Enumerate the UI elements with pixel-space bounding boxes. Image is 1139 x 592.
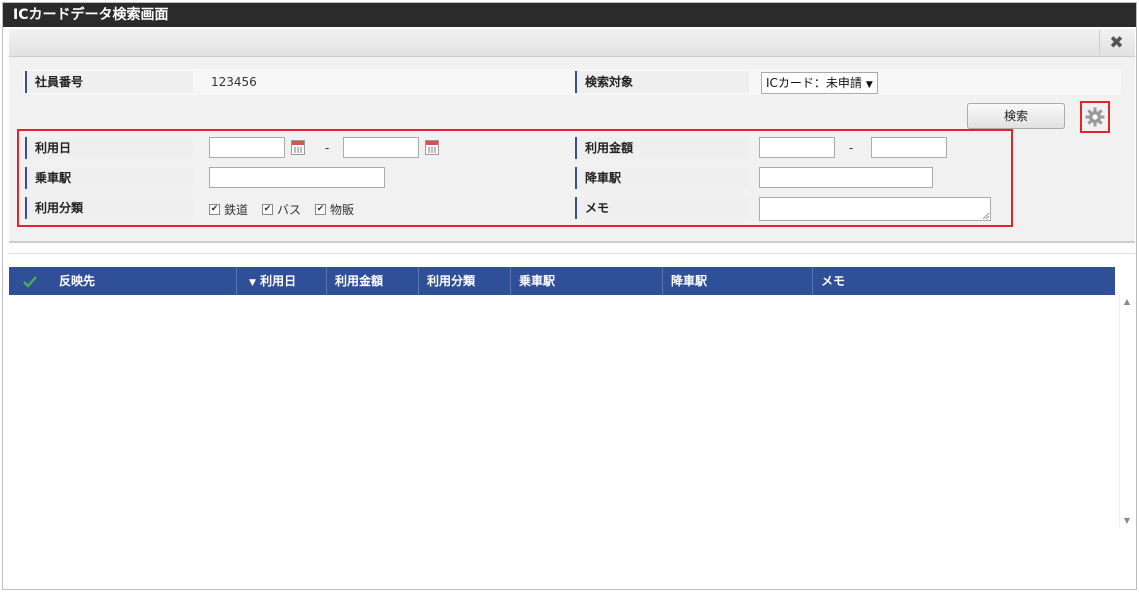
memo-textarea[interactable] [759,197,991,221]
amount-label: 利用金額 [575,137,749,159]
chevron-down-icon: ▼ [865,80,873,90]
toolbar: ✖ [9,29,1135,57]
scroll-down-icon[interactable]: ▼ [1120,516,1134,525]
search-target-label: 検索対象 [575,71,749,93]
search-target-select[interactable]: ICカード：未申請 ▼ [761,72,878,94]
grid-col-use-date-label: 利用日 [260,274,297,288]
close-icon: ✖ [1109,32,1124,53]
board-station-input[interactable] [209,167,385,188]
search-target-value: ICカード：未申請 [766,76,862,90]
amount-from-input[interactable] [759,137,835,158]
category-checkbox-group: ✔ 鉄道 ✔ バス ✔ 物販 [209,201,364,218]
window-title: ICカードデータ検索画面 [3,3,1136,27]
amount-range-separator: - [849,141,854,155]
form-row-employee: 社員番号 123456 検索対象 ICカード：未申請 ▼ [23,69,1121,95]
grid-scrollbar[interactable]: ▲ ▼ [1119,295,1133,527]
sort-desc-icon: ▼ [249,278,256,288]
category-label: 利用分類 [25,197,193,219]
grid-col-use-date[interactable]: ▼ 利用日 [237,267,327,295]
alight-station-label: 降車駅 [575,167,749,189]
check-icon [23,275,37,288]
grid-col-amount[interactable]: 利用金額 [327,267,419,295]
category-checkbox-goods[interactable]: ✔ [315,204,327,215]
alight-station-input[interactable] [759,167,933,188]
search-button[interactable]: 検索 [967,103,1065,129]
category-label-rail: 鉄道 [224,203,249,217]
gear-icon [1085,107,1105,127]
board-station-label: 乗車駅 [25,167,193,189]
grid-col-board-station[interactable]: 乗車駅 [511,267,663,295]
amount-to-input[interactable] [871,137,947,158]
category-checkbox-bus[interactable]: ✔ [262,204,274,215]
grid-col-target[interactable]: 反映先 [51,267,237,295]
grid-col-memo[interactable]: メモ [813,267,1115,295]
grid-col-category[interactable]: 利用分類 [419,267,511,295]
close-button[interactable]: ✖ [1099,30,1133,55]
grid-header-spacer [1115,267,1133,295]
use-date-to-input[interactable] [343,137,419,158]
app-window: ICカードデータ検索画面 ✖ 社員番号 123456 検索対象 ICカード：未申… [2,2,1137,590]
divider [9,253,1135,254]
category-label-goods: 物販 [330,203,355,217]
category-label-bus: バス [277,203,302,217]
use-date-label: 利用日 [25,137,193,159]
use-date-from-input[interactable] [209,137,285,158]
employee-no-label: 社員番号 [25,71,193,93]
result-grid-body [9,295,1115,527]
form-row-date: 利用日 - 利用金額 - [23,135,1121,161]
form-row-stations: 乗車駅 降車駅 [23,165,1121,191]
settings-button[interactable] [1080,101,1110,133]
category-checkbox-rail[interactable]: ✔ [209,204,220,215]
employee-no-value: 123456 [211,75,257,89]
scroll-up-icon[interactable]: ▲ [1120,297,1134,306]
form-row-category: 利用分類 ✔ 鉄道 ✔ バス ✔ 物販 メモ [23,195,1121,221]
result-grid-header: 反映先 ▼ 利用日 利用金額 利用分類 乗車駅 降車駅 メモ [9,267,1115,295]
calendar-icon[interactable] [425,140,439,155]
grid-col-alight-station[interactable]: 降車駅 [663,267,813,295]
calendar-icon[interactable] [291,140,305,155]
date-range-separator: - [325,141,330,155]
memo-label: メモ [575,197,749,219]
grid-select-all[interactable] [9,267,49,295]
